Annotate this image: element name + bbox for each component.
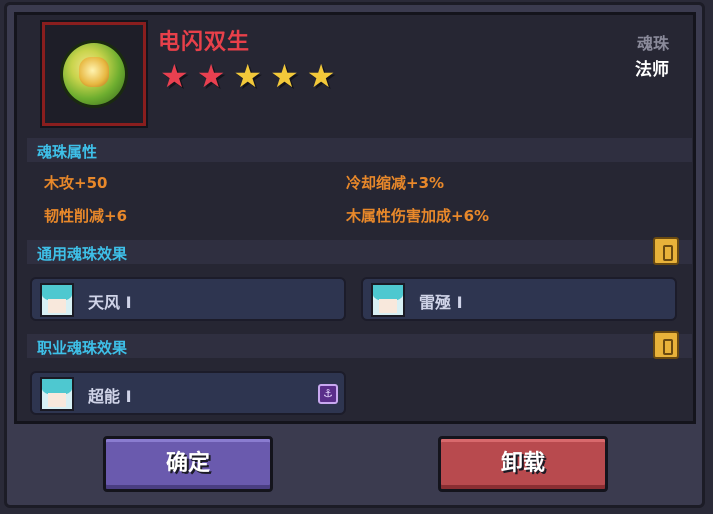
item-category: 魂珠 — [636, 34, 669, 53]
general-effects-title: 通用魂珠效果 — [37, 245, 128, 263]
class-effects-title: 职业魂珠效果 — [37, 339, 128, 357]
confirm-button[interactable]: 确定 — [103, 436, 273, 492]
general-effect-slot[interactable]: 雷殛 Ⅰ — [361, 277, 677, 321]
star-icon: ★ — [270, 57, 299, 95]
item-portrait — [40, 20, 148, 128]
attributes-title: 魂珠属性 — [37, 143, 98, 161]
mage-class-icon: ⚓ — [318, 384, 338, 404]
star-icon: ★ — [160, 57, 189, 95]
hero-avatar-icon — [371, 283, 405, 317]
thunder-orb-icon — [63, 43, 125, 105]
class-effect-slot[interactable]: 超能 Ⅰ ⚓ — [30, 371, 346, 415]
hero-avatar-icon — [40, 283, 74, 317]
star-icon: ★ — [233, 57, 263, 95]
attribute-item: 木属性伤害加成+6% — [346, 207, 490, 225]
attributes-header: 魂珠属性 — [27, 138, 692, 162]
star-icon: ★ — [196, 57, 226, 95]
star-rating: ★ ★ ★ ★ ★ — [160, 60, 335, 92]
effect-label: 天风 Ⅰ — [88, 293, 132, 312]
effect-label: 超能 Ⅰ — [88, 387, 132, 406]
general-effect-slot[interactable]: 天风 Ⅰ — [30, 277, 346, 321]
item-class: 法师 — [635, 60, 669, 80]
lock-icon[interactable] — [653, 331, 679, 359]
attribute-item: 冷却缩减+3% — [346, 174, 445, 192]
attribute-item: 木攻+50 — [44, 174, 108, 192]
star-icon: ★ — [306, 57, 336, 95]
effect-label: 雷殛 Ⅰ — [419, 293, 463, 312]
class-effects-header: 职业魂珠效果 — [27, 334, 692, 358]
general-effects-header: 通用魂珠效果 — [27, 240, 692, 264]
unload-button[interactable]: 卸载 — [438, 436, 608, 492]
item-name: 电闪双生 — [158, 30, 251, 55]
hero-avatar-icon — [40, 377, 74, 411]
lock-icon[interactable] — [653, 237, 679, 265]
attribute-item: 韧性削减+6 — [44, 207, 128, 225]
